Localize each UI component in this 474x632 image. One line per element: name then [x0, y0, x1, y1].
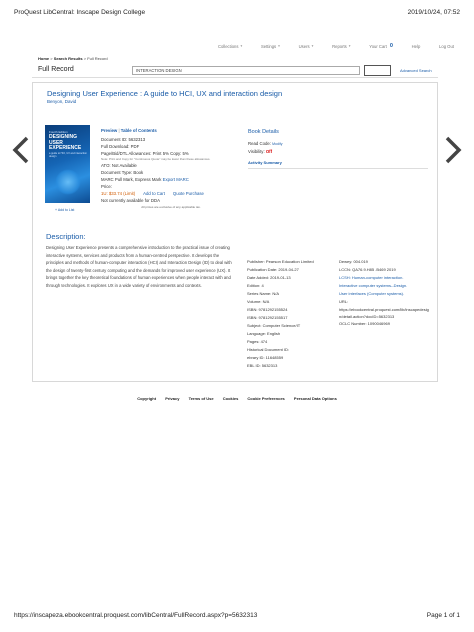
add-to-cart-link[interactable]: Add to Cart: [143, 190, 165, 197]
chevron-down-icon: ▾: [311, 44, 314, 48]
page-title: Full Record: [38, 66, 74, 73]
metadata-column-right: Dewey: 004.019 LCCN: QA76.9.H85 .B469 20…: [339, 258, 431, 328]
print-header-title: ProQuest LibCentral: Inscape Design Coll…: [14, 9, 146, 16]
title-bar: Full Record Advanced Search: [32, 64, 438, 78]
metadata-item: OCLC Number: 1090046969: [339, 321, 390, 326]
metadata-item: Date Added: 2019-01-13: [247, 275, 291, 280]
chevron-down-icon: ▾: [348, 44, 351, 48]
print-footer-page: Page 1 of 1: [426, 612, 460, 619]
visibility-row: Visibility: Off: [248, 149, 273, 154]
metadata-item: LCCN: QA76.9.H85 .B469 2019: [339, 267, 396, 272]
search-button[interactable]: [364, 65, 391, 76]
footer-copyright-link[interactable]: Copyright: [137, 396, 156, 401]
advanced-search-link[interactable]: Advanced Search: [400, 68, 432, 73]
metadata-item: Publication Date: 2019-04-27: [247, 267, 299, 272]
tax-note: All prices are exclusive of any applicab…: [141, 204, 201, 209]
metadata-column-left: Publisher: Pearson Education Limited Pub…: [247, 258, 339, 370]
metadata-item: ISBN: 9781292155517: [247, 315, 288, 320]
marc-row: MARC Pull Mark, Express Mark Export MARC: [101, 176, 189, 182]
metadata-item: Subject: Computer Science/IT: [247, 323, 301, 328]
metadata-item: Edition: 4: [247, 283, 264, 288]
subject-link[interactable]: User interfaces (Computer systems).: [339, 290, 431, 298]
activity-summary-link[interactable]: Activity Summary: [248, 159, 428, 169]
chevron-down-icon: ▾: [278, 44, 280, 48]
cover-graphic: [55, 169, 81, 195]
breadcrumb: Home > Search Results > Full Record: [38, 56, 108, 61]
nav-reports[interactable]: Reports ▾: [332, 44, 350, 49]
metadata-item: URL:: [339, 299, 349, 304]
metadata-item: Volume: N/A: [247, 299, 270, 304]
subject-link[interactable]: Interactive computer systems--Design.: [339, 282, 431, 290]
add-to-list-link[interactable]: + Add to List: [55, 208, 74, 212]
full-record-panel: Designing User Experience : A guide to H…: [32, 82, 438, 382]
print-footer-url: https://inscapeza.ebookcentral.proquest.…: [14, 612, 258, 619]
description-title: Description:: [46, 232, 86, 241]
print-header-datetime: 2019/10/24, 07:52: [407, 9, 460, 16]
site-footer-links: Copyright Privacy Terms of Use Cookies C…: [0, 396, 474, 401]
metadata-item: EBL ID: 5632313: [247, 363, 278, 368]
breadcrumb-search-results[interactable]: Search Results: [54, 56, 83, 61]
preview-link[interactable]: Preview: [101, 128, 117, 133]
record-actions: Preview | Table of Contents Document ID:…: [101, 127, 241, 210]
cover-title: DESIGNING USER EXPERIENCE: [49, 134, 82, 151]
metadata-item: Historical Document ID:: [247, 347, 290, 352]
ato-status: ATO: Not Available: [101, 162, 137, 168]
page-allowances: Page/Bid/DTL Allowances: Print 5% Copy: …: [101, 151, 189, 156]
price-label: Price:: [101, 183, 112, 189]
metadata-item: Dewey: 004.019: [339, 259, 368, 264]
cover-subtitle: a guide to HCI, UX and interaction desig…: [49, 152, 87, 158]
description-text: Designing User Experience presents a com…: [46, 245, 232, 288]
metadata-item: Publisher: Pearson Education Limited: [247, 259, 314, 264]
footer-privacy-link[interactable]: Privacy: [165, 396, 179, 401]
chevron-down-icon: ▾: [240, 44, 243, 48]
metadata-item: Pages: 474: [247, 339, 268, 344]
next-record-arrow-icon[interactable]: [444, 136, 462, 164]
breadcrumb-home[interactable]: Home: [38, 56, 49, 61]
read-code-row: Read Code: Modify: [248, 141, 283, 146]
book-details: Book Details Read Code: Modify Visibilit…: [248, 129, 428, 169]
visibility-status[interactable]: Off: [266, 149, 272, 154]
document-id: Document ID: 5632313: [101, 137, 146, 142]
price-row: 1U: $33.74 (Limit) Add to Cart Quote Pur…: [101, 190, 241, 197]
footer-cookie-preferences-link[interactable]: Cookie Preferences: [247, 396, 284, 401]
dda-status: Not currently available for DDA: [101, 197, 160, 203]
metadata-item: ebrary ID: 11648559: [247, 355, 284, 360]
nav-cart[interactable]: Your Cart 0: [369, 43, 393, 49]
footer-terms-link[interactable]: Terms of Use: [189, 396, 214, 401]
breadcrumb-current: Full Record: [87, 56, 108, 61]
book-cover[interactable]: Fourth Edition DESIGNING USER EXPERIENCE…: [45, 125, 90, 203]
footer-cookies-link[interactable]: Cookies: [223, 396, 239, 401]
print-footer: https://inscapeza.ebookcentral.proquest.…: [14, 612, 460, 622]
subject-link[interactable]: LCSH: Human-computer interaction.: [339, 274, 431, 282]
nav-help[interactable]: Help: [412, 44, 421, 49]
book-title: Designing User Experience : A guide to H…: [47, 89, 283, 98]
print-header: ProQuest LibCentral: Inscape Design Coll…: [14, 9, 460, 19]
top-navigation: Collections ▾ Settings ▾ Users ▾ Reports ▾ Y…: [218, 40, 454, 52]
cart-count-badge: 0: [389, 43, 393, 49]
metadata-item: ISBN: 9781292155524: [247, 307, 288, 312]
book-author-link[interactable]: Benyon, David: [47, 99, 76, 104]
quote-purchase-link[interactable]: Quote Purchase: [173, 190, 204, 197]
book-details-title: Book Details: [248, 129, 279, 135]
nav-collections[interactable]: Collections ▾: [218, 44, 242, 49]
footer-personal-data-link[interactable]: Personal Data Options: [294, 396, 337, 401]
document-type: Document Type: Book: [101, 169, 144, 175]
export-marc-link[interactable]: Export MARC: [163, 177, 189, 182]
metadata-item: Series Name: N/A: [247, 291, 280, 296]
modify-read-code-link[interactable]: Modify: [272, 142, 282, 146]
full-download: Full Download: PDF: [101, 144, 140, 149]
price-value: 1U: $33.74 (Limit): [101, 190, 136, 196]
search-input[interactable]: [132, 66, 360, 75]
metadata-item: Language: English: [247, 331, 281, 336]
record-url[interactable]: https://ebookcentral.proquest.com/lib/in…: [339, 306, 431, 320]
nav-users[interactable]: Users ▾: [299, 44, 314, 49]
toc-link[interactable]: Table of Contents: [121, 128, 157, 133]
nav-logout[interactable]: Log Out: [439, 44, 454, 49]
previous-record-arrow-icon[interactable]: [12, 136, 30, 164]
nav-settings[interactable]: Settings ▾: [261, 44, 280, 49]
